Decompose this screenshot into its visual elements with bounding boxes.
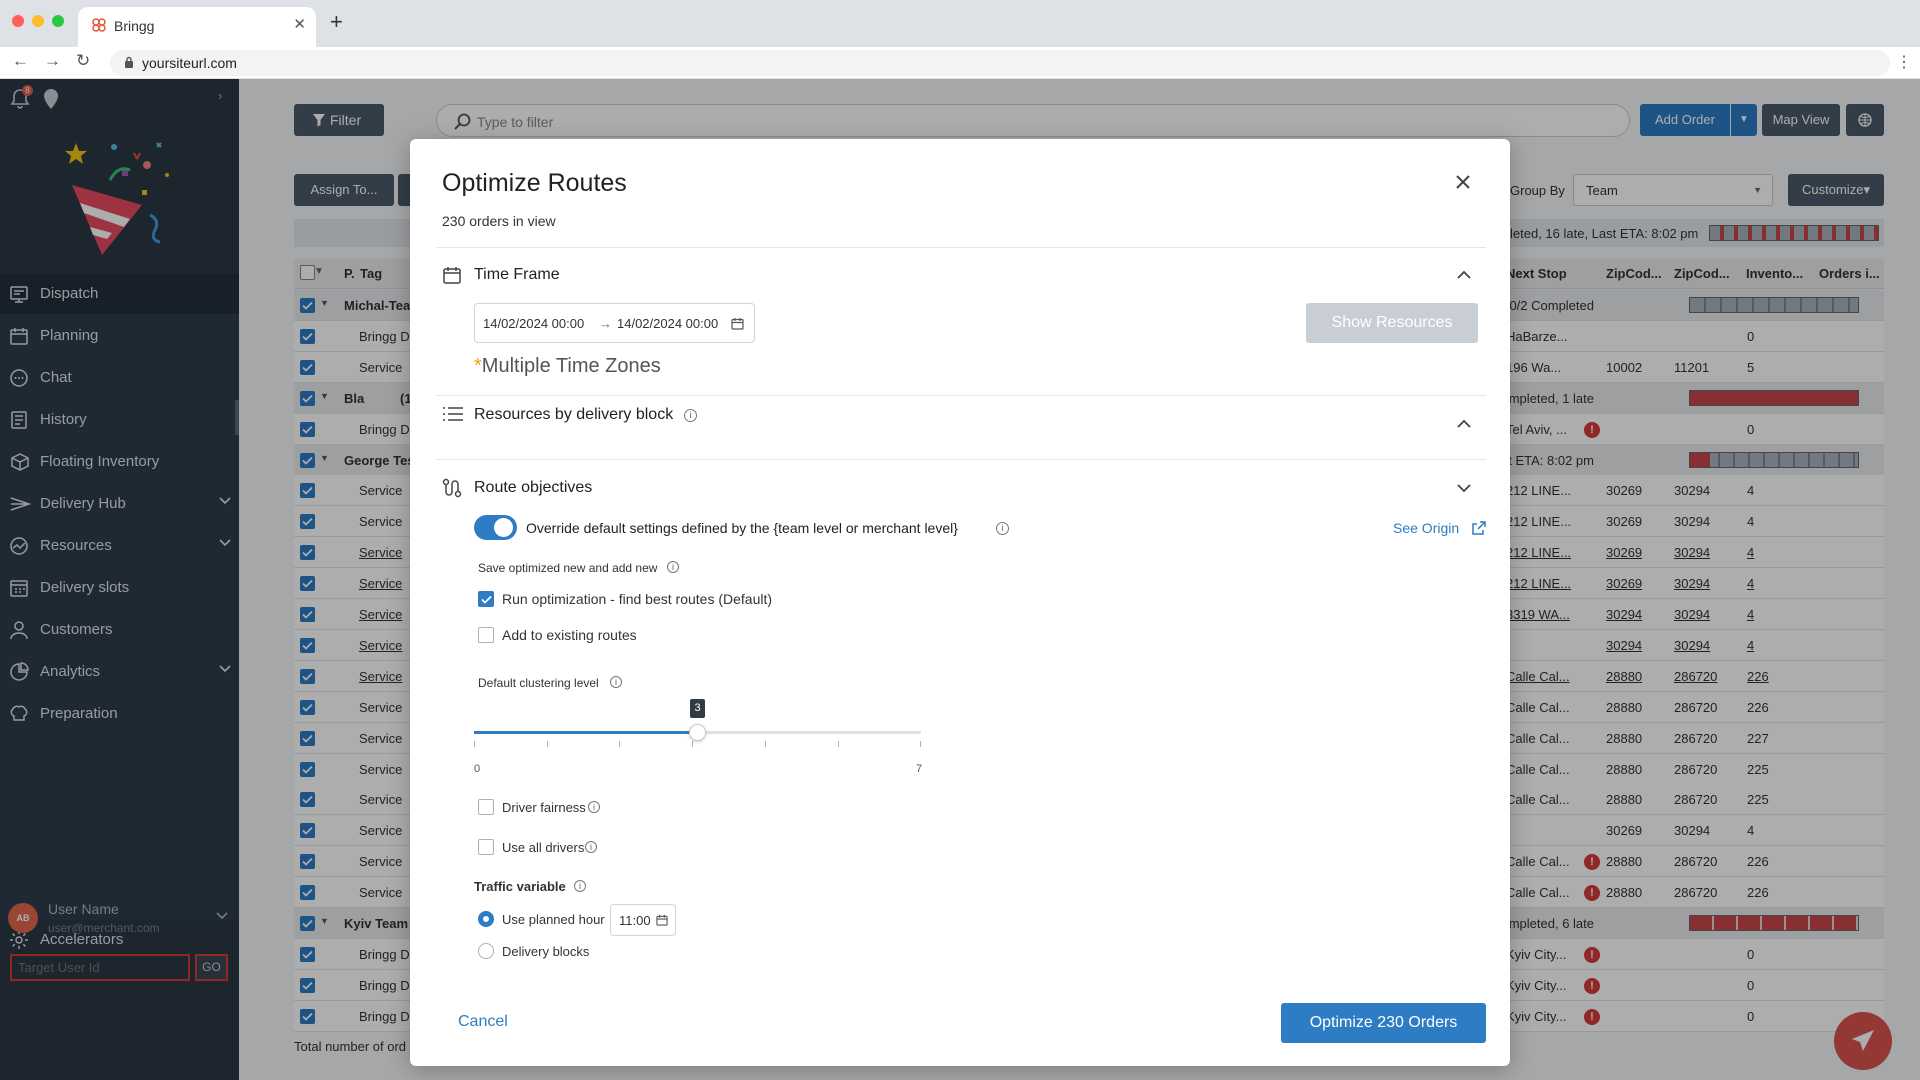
- use-all-drivers-checkbox[interactable]: [478, 839, 494, 855]
- use-planned-hour-label: Use planned hour: [502, 912, 605, 927]
- slider-tick: [692, 741, 693, 747]
- slider-tick: [619, 741, 620, 747]
- save-optimized-label: Save optimized new and add new: [478, 561, 658, 575]
- reload-icon[interactable]: ↻: [76, 51, 90, 71]
- use-all-drivers-label: Use all drivers: [502, 840, 585, 855]
- driver-fairness-checkbox[interactable]: [478, 799, 494, 815]
- delivery-blocks-label: Delivery blocks: [502, 944, 590, 959]
- use-planned-hour-radio[interactable]: [478, 911, 494, 927]
- info-icon[interactable]: i: [574, 880, 586, 892]
- divider: [436, 395, 1486, 396]
- calendar-icon: [656, 914, 668, 926]
- divider: [436, 459, 1486, 460]
- list-icon: [442, 405, 464, 423]
- address-bar: ← → ↻ yoursiteurl.com ⋮: [0, 47, 1920, 79]
- show-resources-button[interactable]: Show Resources: [1306, 303, 1478, 343]
- modal-subtitle: 230 orders in view: [442, 213, 556, 229]
- add-to-existing-routes-label: Add to existing routes: [502, 627, 637, 643]
- browser-tab[interactable]: Bringg ✕: [78, 7, 316, 47]
- external-link-icon[interactable]: [1472, 521, 1486, 535]
- calendar-icon: [731, 318, 744, 330]
- run-optimization-label: Run optimization - find best routes (Def…: [502, 591, 773, 607]
- clustering-slider-handle[interactable]: [689, 724, 706, 741]
- bringg-favicon-icon: [92, 18, 106, 32]
- slider-tick: [474, 741, 475, 747]
- divider: [436, 247, 1486, 248]
- browser-menu-icon[interactable]: ⋮: [1896, 52, 1912, 72]
- driver-fairness-label: Driver fairness: [502, 800, 586, 815]
- browser-tab-bar: Bringg ✕ +: [0, 0, 1920, 47]
- info-icon[interactable]: i: [667, 561, 679, 573]
- range-arrow: →: [599, 316, 612, 331]
- clustering-slider-fill: [474, 731, 697, 734]
- end-date-value: 14/02/2024 00:00: [617, 316, 719, 331]
- window-close-dot[interactable]: [12, 15, 24, 27]
- optimize-orders-button[interactable]: Optimize 230 Orders: [1281, 1003, 1486, 1043]
- new-tab-icon[interactable]: +: [330, 9, 343, 35]
- start-date-value: 14/02/2024 00:00: [483, 316, 585, 331]
- info-icon[interactable]: i: [585, 841, 597, 853]
- optimize-routes-modal: Optimize Routes 230 orders in view Time …: [410, 139, 1510, 1066]
- see-origin-link[interactable]: See Origin: [1393, 520, 1459, 536]
- resources-by-delivery-block-title: Resources by delivery block: [474, 406, 674, 423]
- date-range-picker[interactable]: 14/02/2024 00:00 → 14/02/2024 00:00: [474, 303, 755, 343]
- url-text: yoursiteurl.com: [142, 55, 237, 71]
- traffic-variable-label: Traffic variable: [474, 879, 566, 894]
- cancel-button[interactable]: Cancel: [458, 1013, 508, 1031]
- url-field[interactable]: yoursiteurl.com: [110, 50, 1890, 76]
- slider-tick: [920, 741, 921, 747]
- route-icon: [442, 478, 462, 498]
- modal-title: Optimize Routes: [442, 169, 627, 197]
- calendar-icon: [442, 265, 462, 285]
- info-icon[interactable]: i: [996, 522, 1009, 535]
- clustering-value-tooltip: 3: [690, 699, 705, 718]
- close-icon[interactable]: [1455, 174, 1471, 190]
- info-icon[interactable]: i: [684, 409, 697, 422]
- delivery-blocks-radio[interactable]: [478, 943, 494, 959]
- info-icon[interactable]: i: [610, 676, 622, 688]
- add-to-existing-routes-checkbox[interactable]: [478, 627, 494, 643]
- run-optimization-checkbox[interactable]: [478, 591, 494, 607]
- slider-tick: [838, 741, 839, 747]
- chevron-down-icon[interactable]: [1457, 484, 1471, 493]
- slider-max-label: 7: [916, 763, 923, 775]
- info-icon[interactable]: i: [588, 801, 600, 813]
- clustering-level-label: Default clustering level: [478, 676, 599, 690]
- time-frame-title: Time Frame: [474, 266, 560, 283]
- slider-tick: [547, 741, 548, 747]
- window-minimize-dot[interactable]: [32, 15, 44, 27]
- multiple-time-zones-label: *Multiple Time Zones: [474, 355, 661, 377]
- window-maximize-dot[interactable]: [52, 15, 64, 27]
- override-defaults-label: Override default settings defined by the…: [526, 520, 958, 536]
- tab-close-icon[interactable]: ✕: [293, 15, 306, 33]
- route-objectives-title: Route objectives: [474, 479, 593, 496]
- chevron-up-icon[interactable]: [1457, 419, 1471, 428]
- lock-icon: [124, 56, 134, 69]
- back-icon[interactable]: ←: [12, 51, 29, 71]
- tab-title: Bringg: [114, 18, 155, 34]
- planned-hour-input[interactable]: 11:00: [610, 904, 676, 936]
- slider-min-label: 0: [474, 763, 481, 775]
- chevron-up-icon[interactable]: [1457, 270, 1471, 279]
- override-defaults-toggle[interactable]: [474, 515, 517, 540]
- slider-tick: [765, 741, 766, 747]
- forward-icon[interactable]: →: [44, 51, 61, 71]
